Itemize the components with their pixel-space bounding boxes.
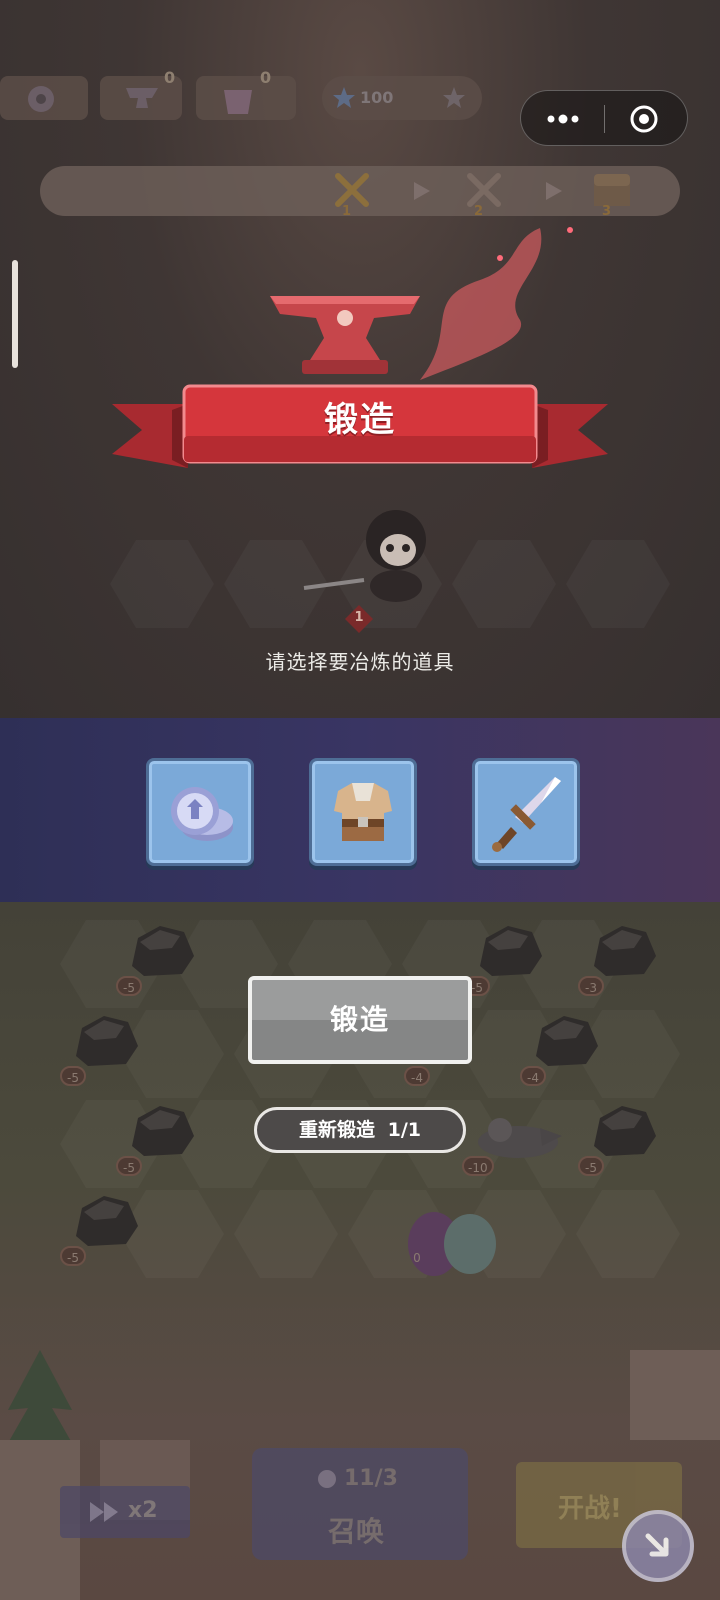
more-options-icon[interactable]: [543, 109, 583, 129]
speed-button[interactable]: x2: [60, 1486, 190, 1538]
reforge-label: 重新锻造: [298, 1119, 375, 1141]
forge-button[interactable]: 锻造: [248, 976, 472, 1064]
anvil-count: 0: [164, 68, 176, 87]
flame-trail-icon: [420, 227, 573, 380]
gear-icon[interactable]: [22, 80, 60, 118]
side-scroll-handle[interactable]: [12, 260, 18, 368]
anvil-counter[interactable]: 0: [100, 68, 182, 120]
coin-stack-icon: [171, 787, 233, 841]
capsule-divider: [604, 105, 605, 133]
star-icon: [333, 87, 355, 108]
summon-button[interactable]: 11/3 召唤: [252, 1448, 468, 1560]
star-count: 100: [360, 88, 394, 107]
reforge-button[interactable]: 重新锻造 1/1: [254, 1107, 466, 1153]
rock-icon: [132, 1106, 194, 1156]
rock-badge: -4: [404, 1066, 430, 1086]
rock-badge: -3: [578, 976, 604, 996]
rock-badge: -5: [60, 1066, 86, 1086]
stage-progress: 1 2 3: [40, 166, 680, 219]
egg-badge: 0: [413, 1251, 421, 1265]
rock-badge: -5: [116, 976, 142, 996]
rock-icon: [480, 926, 542, 976]
crossed-swords-icon: [467, 173, 501, 207]
anvil-icon: [126, 88, 158, 108]
armor-vest-icon: [334, 783, 392, 841]
summon-cost: 11/3: [344, 1466, 398, 1491]
close-miniprogram-icon[interactable]: [629, 104, 659, 134]
stage-label-1: 1: [342, 204, 352, 219]
rock-badge: -5: [60, 1246, 86, 1266]
treasure-chest-icon: [594, 174, 630, 206]
rock-icon: [536, 1016, 598, 1066]
forge-prompt: 请选择要冶炼的道具: [265, 650, 455, 674]
star-rating: 100: [322, 76, 482, 120]
rock-icon: [594, 926, 656, 976]
sword-icon: [492, 777, 561, 852]
start-label: 开战!: [558, 1494, 622, 1524]
fast-forward-icon: [90, 1502, 118, 1522]
rock-badge: -5: [578, 1156, 604, 1176]
miniprogram-capsule: [520, 90, 688, 146]
coin-icon: [318, 1470, 336, 1488]
potion-counter[interactable]: 0: [196, 68, 296, 120]
arrow-down-right-icon: [645, 1533, 669, 1557]
crossed-swords-icon: [335, 173, 369, 207]
anvil-icon: [270, 296, 420, 374]
choice-coins[interactable]: [146, 758, 254, 866]
stage-label-3: 3: [602, 204, 612, 219]
rock-icon: [76, 1016, 138, 1066]
forge-title: 锻造: [324, 400, 396, 440]
rock-icon: [76, 1196, 138, 1246]
rock-icon: [594, 1106, 656, 1156]
ruins-right-icon: [630, 1350, 720, 1440]
rock-badge: -5: [116, 1156, 142, 1176]
hero-level: 1: [354, 610, 364, 625]
rock-badge: -4: [520, 1066, 546, 1086]
arrow-right-icon: [546, 182, 562, 200]
reforge-count: 1/1: [387, 1119, 422, 1141]
speed-label: x2: [128, 1498, 158, 1523]
rock-icon: [132, 926, 194, 976]
choice-sword[interactable]: [472, 758, 580, 866]
settings-slot[interactable]: [0, 76, 88, 120]
corner-action-button[interactable]: [622, 1510, 694, 1582]
choice-armor[interactable]: [309, 758, 417, 866]
star-outline-icon: [443, 87, 465, 108]
arrow-right-icon: [414, 182, 430, 200]
potion-count: 0: [260, 68, 272, 87]
summon-label: 召唤: [328, 1515, 385, 1548]
rock-badge: -10: [462, 1156, 494, 1176]
cauldron-icon: [224, 90, 252, 114]
